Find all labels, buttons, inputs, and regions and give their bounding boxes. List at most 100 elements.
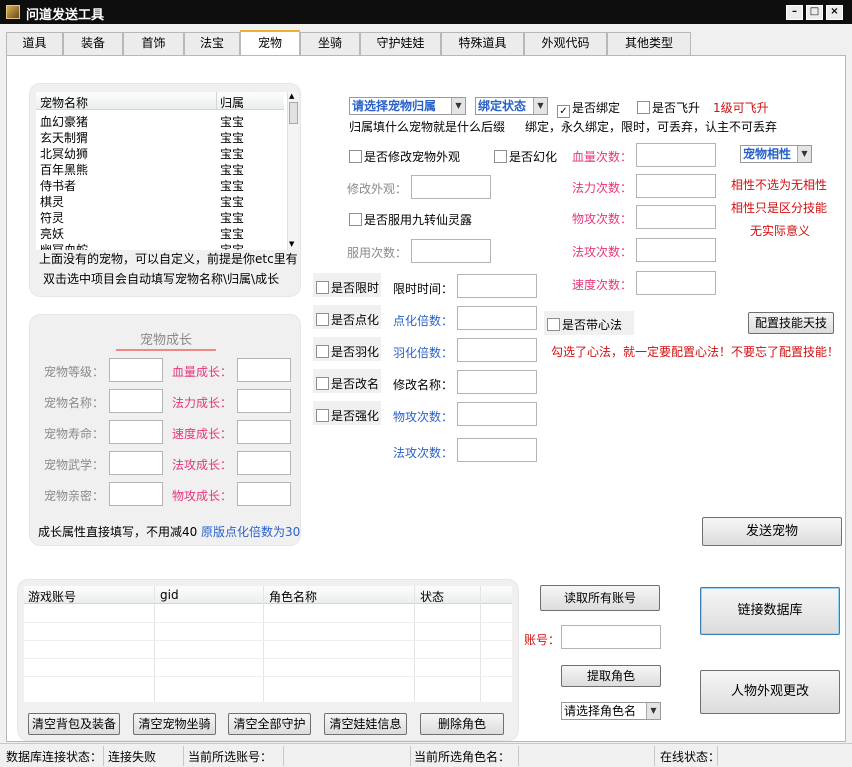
- pet-intimacy-input[interactable]: [109, 482, 163, 506]
- read-all-accounts-button[interactable]: 读取所有账号: [540, 585, 660, 611]
- scrollbar[interactable]: ▲ ▼: [287, 92, 298, 250]
- patk-growth-input[interactable]: [237, 482, 291, 506]
- tab-other-types[interactable]: 其他类型: [607, 32, 691, 55]
- list-item[interactable]: 血幻豪猪 宝宝: [36, 113, 284, 129]
- list-item[interactable]: 玄天制猬 宝宝: [36, 129, 284, 145]
- pet-level-input[interactable]: [109, 358, 163, 382]
- fly-note: 1级可飞升: [713, 101, 769, 115]
- tab-equipment[interactable]: 装备: [63, 32, 123, 55]
- bind-note: 绑定，永久绑定，限时，可丢弃，认主不可丢弃: [525, 120, 778, 134]
- pet-martial-input[interactable]: [109, 451, 163, 475]
- accounts-list[interactable]: 游戏账号 gid 角色名称 状态: [24, 586, 512, 702]
- is-huanhua-checkbox[interactable]: 是否幻化: [494, 148, 557, 165]
- pet-list-header: 宠物名称 归属: [36, 92, 284, 110]
- clear-doll-button[interactable]: 清空娃娃信息: [324, 713, 407, 735]
- is-rename-checkbox[interactable]: 是否改名: [316, 375, 379, 392]
- hp-growth-input[interactable]: [237, 358, 291, 382]
- clear-guard-button[interactable]: 清空全部守护: [228, 713, 311, 735]
- label-pet-martial: 宠物武学：: [44, 458, 105, 472]
- patk-count-input[interactable]: [636, 205, 716, 229]
- label-pet-life: 宠物寿命：: [44, 427, 105, 441]
- yuhua-mult-input[interactable]: [457, 338, 537, 362]
- mp-growth-input[interactable]: [237, 389, 291, 413]
- label-pet-level: 宠物等级：: [44, 365, 105, 379]
- list-item[interactable]: 符灵 宝宝: [36, 209, 284, 225]
- limit-time-input[interactable]: [457, 274, 537, 298]
- tab-artifact[interactable]: 法宝: [184, 32, 240, 55]
- fetch-role-button[interactable]: 提取角色: [561, 665, 661, 687]
- scroll-down-icon[interactable]: ▼: [289, 240, 294, 248]
- bind-state-select[interactable]: 绑定状态 ▼: [475, 97, 548, 115]
- is-dianhua-checkbox[interactable]: 是否点化: [316, 311, 379, 328]
- patk-times-input[interactable]: [457, 402, 537, 426]
- list-item[interactable]: 亮妖 宝宝: [36, 225, 284, 241]
- matk-times-input[interactable]: [457, 438, 537, 462]
- config-skill-button[interactable]: 配置技能天技: [748, 312, 834, 334]
- maximize-icon[interactable]: □: [806, 5, 823, 20]
- dianhua-mult-input[interactable]: [457, 306, 537, 330]
- is-qianghua-checkbox[interactable]: 是否强化: [316, 407, 379, 424]
- is-limit-checkbox[interactable]: 是否限时: [316, 279, 379, 296]
- header-gid[interactable]: gid: [160, 588, 179, 602]
- list-item[interactable]: 侍书者 宝宝: [36, 177, 284, 193]
- window-title: 问道发送工具: [26, 8, 105, 23]
- header-game-account[interactable]: 游戏账号: [28, 588, 76, 605]
- pet-life-input[interactable]: [109, 420, 163, 444]
- pet-list-note-1: 上面没有的宠物，可以自定义，前提是你etc里有: [39, 252, 298, 266]
- tab-appearance-code[interactable]: 外观代码: [524, 32, 607, 55]
- owner-select[interactable]: 请选择宠物归属 ▼: [349, 97, 466, 115]
- mp-count-input[interactable]: [636, 174, 716, 198]
- header-role-name[interactable]: 角色名称: [269, 588, 317, 605]
- list-item[interactable]: 棋灵 宝宝: [36, 193, 284, 209]
- list-item[interactable]: 幽冥血蛇 宝宝: [36, 241, 284, 250]
- close-icon[interactable]: ×: [826, 5, 843, 20]
- list-item[interactable]: 百年黑熊 宝宝: [36, 161, 284, 177]
- mp-count-label: 法力次数：: [572, 181, 633, 195]
- hp-count-input[interactable]: [636, 143, 716, 167]
- header-status[interactable]: 状态: [420, 588, 444, 605]
- tab-jewelry[interactable]: 首饰: [123, 32, 184, 55]
- clear-pet-mount-button[interactable]: 清空宠物坐骑: [133, 713, 216, 735]
- account-input[interactable]: [561, 625, 661, 649]
- link-database-button[interactable]: 链接数据库: [700, 587, 840, 635]
- modify-look-input[interactable]: [411, 175, 491, 199]
- header-owner[interactable]: 归属: [220, 94, 244, 111]
- list-item[interactable]: 北冥幼狮 宝宝: [36, 145, 284, 161]
- role-select[interactable]: 请选择角色名 ▼: [561, 702, 661, 720]
- send-pet-button[interactable]: 发送宠物: [702, 517, 842, 546]
- minimize-icon[interactable]: –: [786, 5, 803, 20]
- tab-items[interactable]: 道具: [6, 32, 63, 55]
- jiuzhuan-checkbox[interactable]: 是否服用九转仙灵露: [349, 211, 472, 228]
- speed-count-input[interactable]: [636, 271, 716, 295]
- look-change-button[interactable]: 人物外观更改: [700, 670, 840, 714]
- patk-count-label: 物攻次数：: [572, 212, 633, 226]
- tab-guardian-doll[interactable]: 守护娃娃: [360, 32, 441, 55]
- tab-special-items[interactable]: 特殊道具: [441, 32, 524, 55]
- matk-growth-input[interactable]: [237, 451, 291, 475]
- is-fly-checkbox[interactable]: 是否飞升: [637, 99, 700, 116]
- use-count-input[interactable]: [411, 239, 491, 263]
- delete-role-button[interactable]: 删除角色: [420, 713, 504, 735]
- is-bound-checkbox[interactable]: ✓ 是否绑定: [557, 99, 620, 118]
- title-underline: [116, 349, 216, 351]
- scrollbar-thumb[interactable]: [289, 102, 298, 124]
- matk-count-input[interactable]: [636, 238, 716, 262]
- clear-bag-button[interactable]: 清空背包及装备: [28, 713, 120, 735]
- accounts-panel: 游戏账号 gid 角色名称 状态 清空背包及装备 清空宠物坐骑 清空全部守护 清…: [18, 580, 518, 740]
- scroll-up-icon[interactable]: ▲: [289, 92, 294, 100]
- pet-name-input[interactable]: [109, 389, 163, 413]
- is-yuhua-checkbox[interactable]: 是否羽化: [316, 343, 379, 360]
- affinity-select[interactable]: 宠物相性 ▼: [740, 145, 812, 163]
- rename-label: 修改名称：: [393, 378, 454, 392]
- header-pet-name[interactable]: 宠物名称: [40, 94, 88, 111]
- modify-look-checkbox[interactable]: 是否修改宠物外观: [349, 148, 460, 165]
- rename-input[interactable]: [457, 370, 537, 394]
- xinfa-checkbox[interactable]: 是否带心法: [547, 316, 622, 333]
- chevron-down-icon: ▼: [646, 703, 660, 719]
- tab-mount[interactable]: 坐骑: [300, 32, 360, 55]
- pet-list[interactable]: 宠物名称 归属 血幻豪猪 宝宝 玄天制猬 宝宝 北冥幼狮 宝宝 百年黑熊 宝宝 侍书者宝…: [36, 92, 298, 250]
- tab-pet[interactable]: 宠物: [240, 30, 300, 56]
- affinity-note-1: 相性不选为无相性: [731, 178, 828, 192]
- speed-growth-input[interactable]: [237, 420, 291, 444]
- chevron-down-icon: ▼: [797, 146, 811, 162]
